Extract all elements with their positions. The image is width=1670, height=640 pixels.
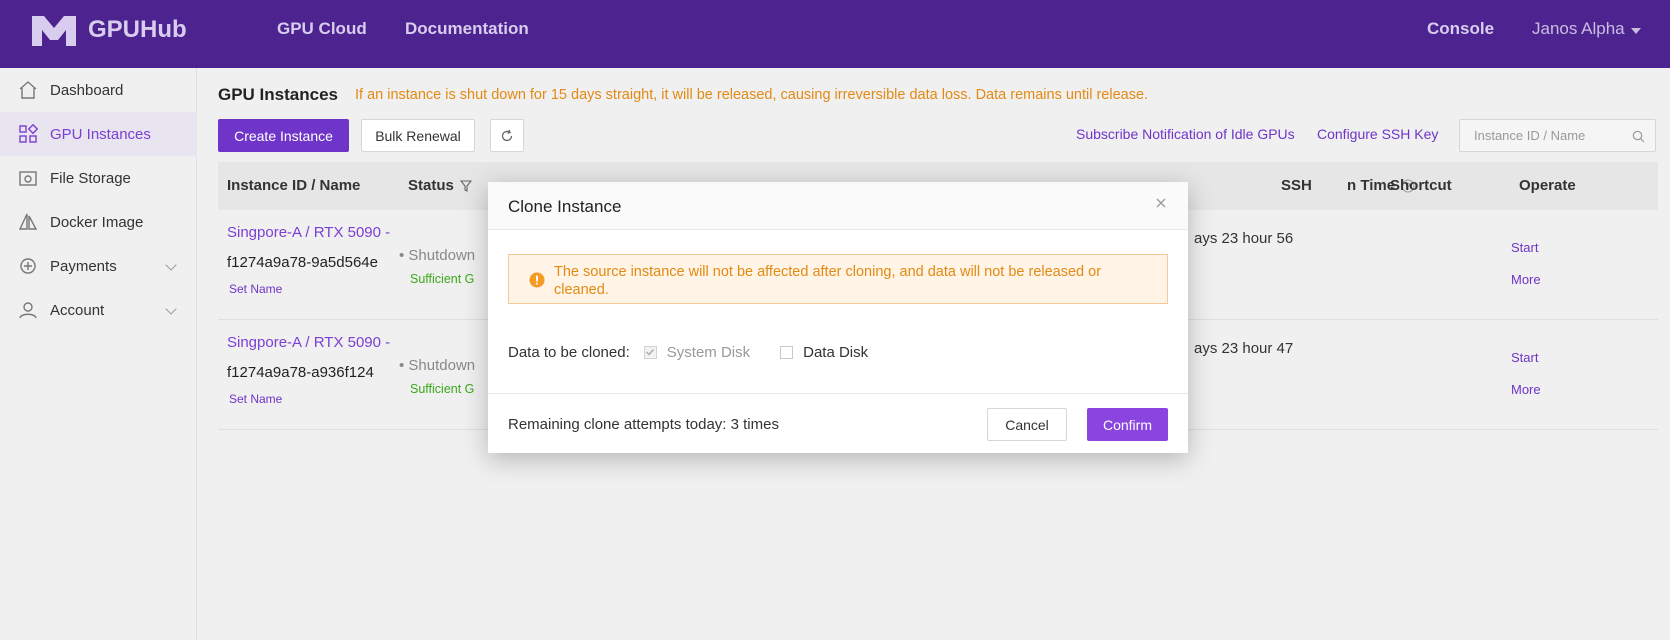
clone-options: Data to be cloned: System Disk Data Disk — [508, 340, 1168, 364]
system-disk-label: System Disk — [666, 343, 751, 361]
data-disk-option[interactable]: Data Disk — [780, 344, 868, 361]
system-disk-checkbox — [643, 345, 657, 359]
clone-label: Data to be cloned: — [508, 343, 630, 361]
cancel-button[interactable]: Cancel — [987, 408, 1067, 441]
close-icon[interactable] — [1154, 196, 1168, 210]
check-icon — [646, 349, 655, 356]
clone-info-alert: The source instance will not be affected… — [508, 254, 1168, 304]
dialog-title: Clone Instance — [508, 197, 622, 216]
remaining-attempts: Remaining clone attempts today: 3 times — [508, 416, 779, 433]
warning-icon — [529, 272, 545, 288]
data-disk-label[interactable]: Data Disk — [803, 344, 868, 361]
confirm-button[interactable]: Confirm — [1087, 408, 1168, 441]
alert-text: The source instance will not be affected… — [554, 264, 1102, 298]
data-disk-checkbox[interactable] — [780, 345, 794, 359]
dialog-header: Clone Instance — [488, 182, 1188, 230]
clone-instance-dialog: Clone Instance The source instance will … — [488, 182, 1188, 453]
dialog-footer: Remaining clone attempts today: 3 times … — [488, 393, 1188, 453]
system-disk-option: System Disk — [643, 343, 751, 361]
